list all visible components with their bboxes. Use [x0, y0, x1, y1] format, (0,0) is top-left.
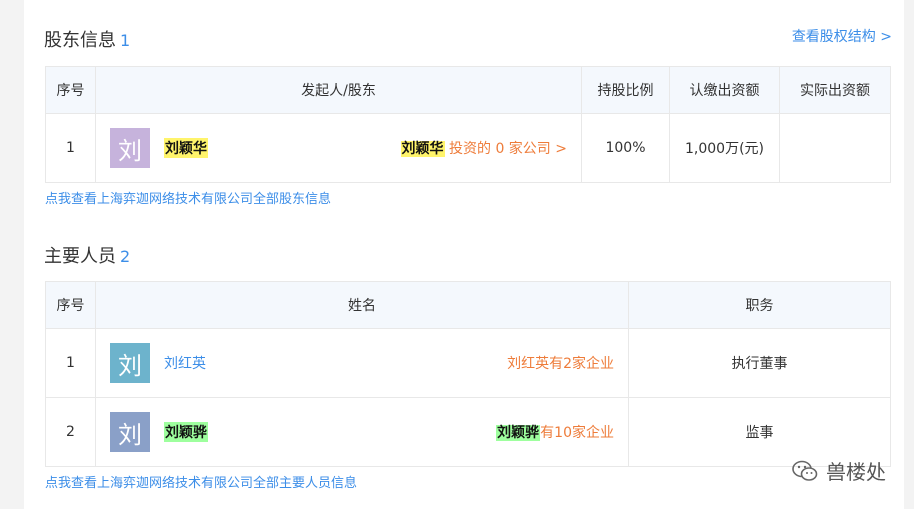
col-header-index: 序号 [45, 66, 96, 114]
company-count-name: 刘红英 [507, 356, 550, 372]
col-header-index: 序号 [45, 281, 96, 329]
all-shareholders-link[interactable]: 点我查看上海弈迦网络技术有限公司全部股东信息 [45, 188, 331, 207]
col-header-position: 职务 [628, 281, 891, 329]
person-cell: 刘 刘颖骅 刘颖骅有10家企业 [95, 397, 629, 467]
position-cell: 执行董事 [628, 328, 891, 398]
shareholders-count: 1 [120, 31, 131, 50]
table-row: 1 刘 刘颖华 刘颖华 投资的 0 家公司 > 100% 1,000万(元) [45, 113, 891, 183]
col-header-shareholder: 发起人/股东 [95, 66, 582, 114]
row-index: 2 [45, 397, 96, 467]
avatar: 刘 [110, 343, 150, 383]
row-index: 1 [45, 113, 96, 183]
table-header-row: 序号 发起人/股东 持股比例 认缴出资额 实际出资额 [45, 66, 891, 114]
table-header-row: 序号 姓名 职务 [45, 281, 891, 329]
invest-name: 刘颖华 [400, 141, 445, 157]
person-name[interactable]: 刘红英 [164, 353, 206, 373]
invest-link[interactable]: 刘颖华 投资的 0 家公司 > [400, 138, 567, 158]
table-row: 2 刘 刘颖骅 刘颖骅有10家企业 监事 [45, 397, 891, 467]
ratio-cell: 100% [581, 113, 670, 183]
person-name[interactable]: 刘颖骅 [164, 422, 208, 442]
col-header-ratio: 持股比例 [581, 66, 670, 114]
shareholders-title-text: 股东信息 [44, 30, 116, 51]
invest-text: 投资的 0 家公司 > [444, 141, 567, 157]
personnel-count: 2 [120, 247, 131, 266]
watermark-text: 兽楼处 [826, 460, 886, 484]
personnel-title: 主要人员 2 [44, 242, 130, 268]
personnel-title-text: 主要人员 [44, 246, 116, 267]
avatar: 刘 [110, 412, 150, 452]
company-count-text: 有10家企业 [540, 425, 614, 441]
company-count-name: 刘颖骅 [496, 425, 541, 441]
person-cell: 刘 刘红英 刘红英有2家企业 [95, 328, 629, 398]
col-header-actual: 实际出资额 [779, 66, 891, 114]
equity-structure-link[interactable]: 查看股权结构 > [792, 26, 892, 46]
actual-cell [779, 113, 891, 183]
table-row: 1 刘 刘红英 刘红英有2家企业 执行董事 [45, 328, 891, 398]
watermark: 兽楼处 [792, 456, 886, 485]
content-panel: 股东信息 1 查看股权结构 > 序号 发起人/股东 持股比例 认缴出资额 实际出资… [24, 0, 904, 509]
shareholders-table: 序号 发起人/股东 持股比例 认缴出资额 实际出资额 1 刘 刘颖华 刘颖华 投… [45, 66, 891, 183]
company-count-text: 有2家企业 [549, 356, 614, 372]
shareholder-name[interactable]: 刘颖华 [164, 138, 208, 158]
avatar: 刘 [110, 128, 150, 168]
company-count-link[interactable]: 刘颖骅有10家企业 [496, 422, 614, 442]
wechat-icon [792, 460, 818, 481]
all-personnel-link[interactable]: 点我查看上海弈迦网络技术有限公司全部主要人员信息 [45, 472, 357, 491]
shareholder-cell: 刘 刘颖华 刘颖华 投资的 0 家公司 > [95, 113, 582, 183]
personnel-table: 序号 姓名 职务 1 刘 刘红英 刘红英有2家企业 执行董事 2 刘 刘颖骅 刘… [45, 281, 891, 467]
row-index: 1 [45, 328, 96, 398]
company-count-link[interactable]: 刘红英有2家企业 [507, 353, 614, 373]
col-header-subscribed: 认缴出资额 [669, 66, 780, 114]
shareholders-title: 股东信息 1 [44, 26, 130, 52]
col-header-name: 姓名 [95, 281, 629, 329]
subscribed-cell: 1,000万(元) [669, 113, 780, 183]
